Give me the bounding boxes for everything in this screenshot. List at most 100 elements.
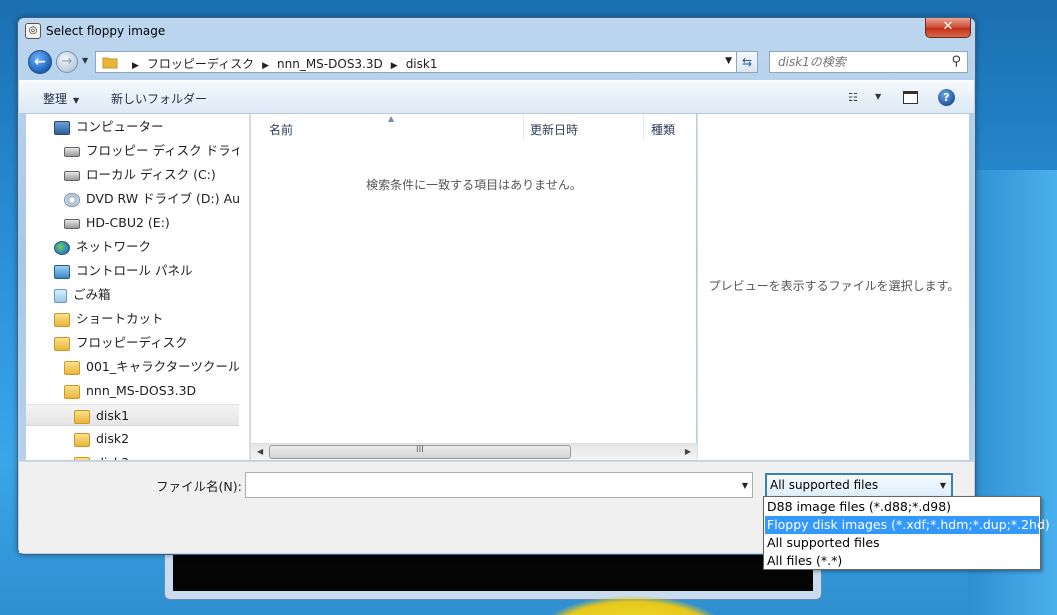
nav-item-label: disk3 [96,455,129,460]
nav-item-recycle-bin[interactable]: ごみ箱 [26,284,239,306]
folder-icon [64,360,80,375]
nav-item-disk1[interactable]: disk1 [26,404,239,426]
search-box[interactable]: ⚲ [769,51,968,73]
scroll-right-icon[interactable]: ▶ [685,447,691,456]
nav-item-label: HD-CBU2 (E:) [86,215,170,230]
folder-icon [54,312,70,327]
filename-label: ファイル名(N): [156,479,242,494]
column-header-name[interactable]: 名前 [269,121,293,138]
chevron-right-icon: ▶ [262,61,270,71]
view-dropdown-icon[interactable]: ▼ [875,92,881,101]
nav-item-label: DVD RW ドライブ (D:) Au [86,191,239,206]
forward-button[interactable]: → [56,51,78,73]
local-disk-icon [64,170,80,181]
nav-item-computer[interactable]: コンピューター [26,116,239,138]
floppy-drive-icon [64,146,80,157]
nav-item-local-disk[interactable]: ローカル ディスク (C:) [26,164,239,186]
column-header-type[interactable]: 種類 [651,121,675,138]
chevron-down-icon[interactable]: ▼ [940,475,946,496]
search-input[interactable] [770,52,942,72]
grip-icon: III [416,445,424,455]
folder-icon [74,432,90,447]
nav-item-dvd-drive[interactable]: DVD RW ドライブ (D:) Au [26,188,239,210]
filename-combo[interactable]: ▼ [245,472,753,498]
nav-item-label: disk2 [96,431,130,446]
chevron-down-icon: ▼ [73,96,80,105]
organize-label: 整理 [43,92,68,106]
select-floppy-dialog: ◎ Select floppy image ✕ ← → ▼ ▶ フロッピーディスク… [17,17,976,555]
control-panel-icon [54,264,70,279]
file-list-scrollbar[interactable]: ◀ III ▶ [251,443,697,460]
filename-input[interactable] [246,473,731,497]
folder-icon [74,409,90,424]
file-type-option-d88[interactable]: D88 image files (*.d88;*.d98) [765,498,1039,516]
column-divider[interactable] [643,114,644,140]
preview-message: プレビューを表示するファイルを選択します。 [708,279,960,293]
scrollbar-thumb[interactable]: III [269,445,571,459]
nav-item-control-panel[interactable]: コントロール パネル [26,260,239,282]
address-bar[interactable]: ▶ フロッピーディスク ▶ nnn_MS-DOS3.3D ▶ disk1 ▼ [95,51,737,73]
search-icon[interactable]: ⚲ [951,54,961,69]
column-divider[interactable] [523,114,524,140]
nav-item-disk3[interactable]: disk3 [26,452,239,460]
file-list[interactable]: ▲ 名前 更新日時 種類 検索条件に一致する項目はありません。 ◀ III ▶ [250,114,697,460]
folder-icon [102,55,118,72]
desktop-decoration [538,596,728,615]
nav-item-network[interactable]: ネットワーク [26,236,239,258]
nav-item-floppy-folder[interactable]: フロッピーディスク [26,332,239,354]
usb-drive-icon [64,218,80,229]
network-icon [54,240,70,255]
back-button[interactable]: ← [28,50,52,74]
nav-item-label: フロッピーディスク [76,335,188,350]
chevron-down-icon[interactable]: ▼ [742,481,748,490]
nav-item-label: フロッピー ディスク ドライブ [86,143,239,158]
dvd-drive-icon [64,192,80,207]
breadcrumb: ▶ フロッピーディスク ▶ nnn_MS-DOS3.3D ▶ disk1 [124,55,437,72]
file-type-option-supported[interactable]: All supported files [765,534,1039,552]
window-title: Select floppy image [46,24,166,38]
refresh-button[interactable]: ⇆ [736,51,758,73]
chevron-right-icon: ▶ [390,61,398,71]
recycle-bin-icon [54,288,67,303]
file-type-option-all[interactable]: All files (*.*) [765,552,1039,570]
nav-item-usb-drive[interactable]: HD-CBU2 (E:) [26,212,239,234]
view-options-icon[interactable]: ☷ [848,91,858,104]
file-type-select[interactable]: All supported files ▼ [765,473,953,498]
title-bar[interactable]: ◎ Select floppy image ✕ [18,18,975,46]
nav-item-label: ネットワーク [76,239,152,254]
computer-icon [54,120,70,135]
close-button[interactable]: ✕ [925,18,971,38]
chevron-right-icon: ▶ [132,61,139,71]
breadcrumb-item-disk1[interactable]: disk1 [406,57,438,71]
nav-item-character-tool[interactable]: 001_キャラクターツクール [26,356,239,378]
scroll-left-icon[interactable]: ◀ [257,447,263,456]
file-type-dropdown: D88 image files (*.d88;*.d98) Floppy dis… [763,496,1050,570]
nav-item-label: 001_キャラクターツクール [86,359,239,374]
nav-item-disk2[interactable]: disk2 [26,428,239,450]
nav-item-label: ローカル ディスク (C:) [86,167,216,182]
new-folder-button[interactable]: 新しいフォルダー [111,90,207,107]
nav-item-shortcut[interactable]: ショートカット [26,308,239,330]
sort-ascending-icon: ▲ [388,114,395,123]
file-type-option-floppy[interactable]: Floppy disk images (*.xdf;*.hdm;*.dup;*.… [765,516,1050,534]
recent-pages-dropdown[interactable]: ▼ [82,56,88,65]
nav-item-label: nnn_MS-DOS3.3D [86,383,197,398]
navigation-pane: コンピューター フロッピー ディスク ドライブ ローカル ディスク (C:) D… [26,114,249,460]
arrow-right-icon: → [61,54,73,69]
help-icon[interactable]: ? [938,89,955,106]
nav-item-floppy-drive[interactable]: フロッピー ディスク ドライブ [26,140,239,162]
app-icon: ◎ [25,23,41,39]
file-type-selected: All supported files [770,478,879,492]
column-header-modified[interactable]: 更新日時 [530,121,578,138]
nav-item-label: ショートカット [76,311,164,326]
preview-pane-icon[interactable] [903,91,918,104]
refresh-icon: ⇆ [741,55,753,69]
address-dropdown-icon[interactable]: ▼ [725,56,732,66]
nav-item-label: コントロール パネル [76,263,193,278]
organize-button[interactable]: 整理 ▼ [43,90,79,107]
breadcrumb-item-msdos[interactable]: nnn_MS-DOS3.3D [277,57,383,71]
folder-icon [64,384,80,399]
breadcrumb-item-floppy[interactable]: フロッピーディスク [147,57,254,71]
nav-item-msdos[interactable]: nnn_MS-DOS3.3D [26,380,239,402]
folder-icon [54,336,70,351]
